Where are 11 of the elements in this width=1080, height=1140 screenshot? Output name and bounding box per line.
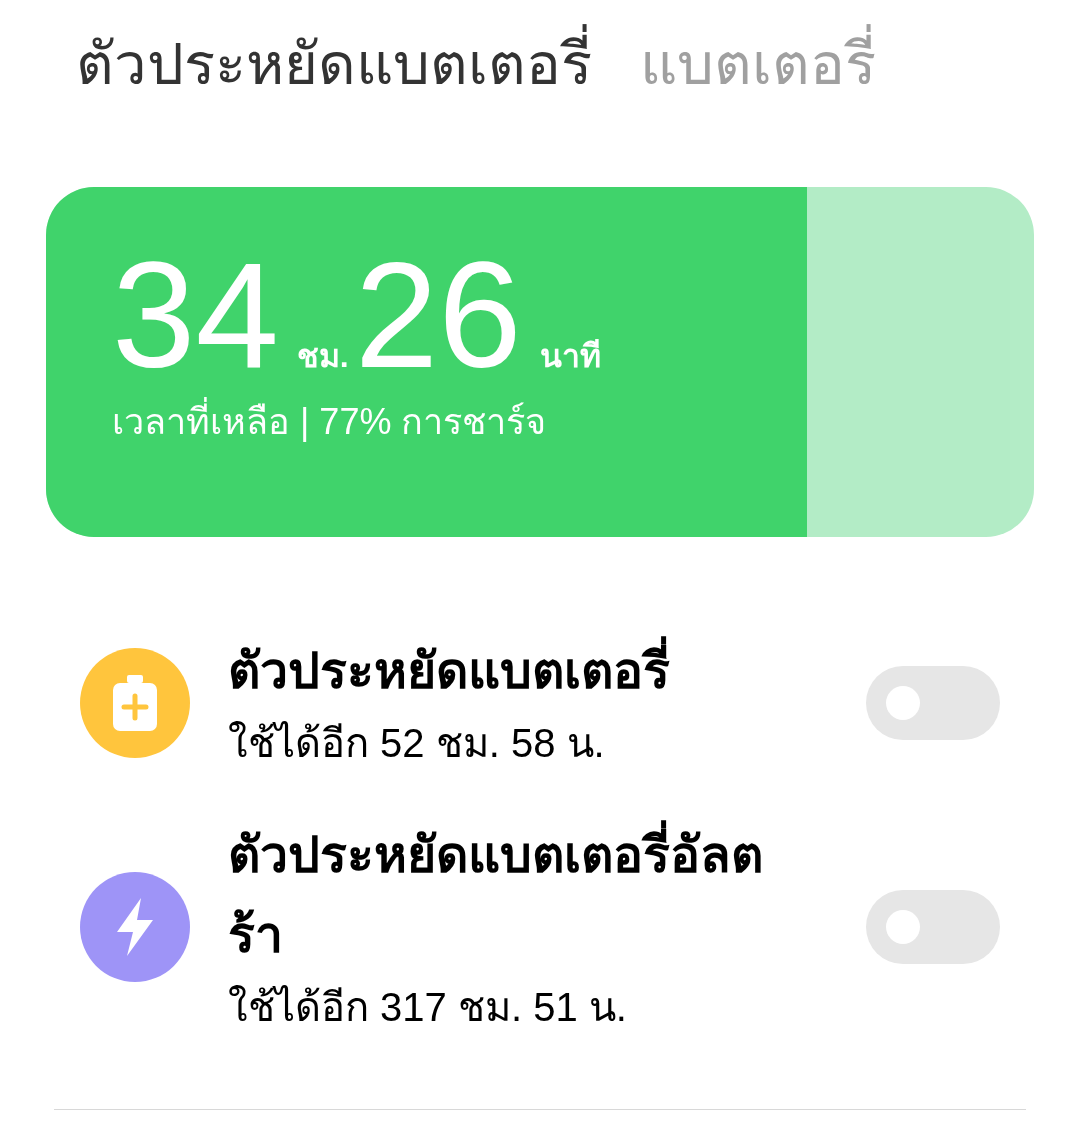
mode-subtitle: ใช้ได้อีก 317 ชม. 51 น. xyxy=(228,984,628,1031)
hours-value: 34 xyxy=(112,245,279,385)
mode-subtitle: ใช้ได้อีก 52 ชม. 58 น. xyxy=(228,720,606,767)
battery-caption: เวลาที่เหลือ | 77% การชาร์จ xyxy=(112,395,1034,449)
hours-unit: ชม. xyxy=(296,337,349,376)
minutes-value: 26 xyxy=(354,245,522,385)
battery-plus-icon xyxy=(113,675,157,731)
mode-title: ตัวประหยัดแบตเตอรี่อัลตร้า xyxy=(228,815,788,975)
minutes-unit: นาที xyxy=(539,337,601,376)
tab[interactable]: ตัวประหยัดแบตเตอรี่ xyxy=(76,22,592,106)
mode-title: ตัวประหยัดแบตเตอรี่ xyxy=(228,631,788,711)
